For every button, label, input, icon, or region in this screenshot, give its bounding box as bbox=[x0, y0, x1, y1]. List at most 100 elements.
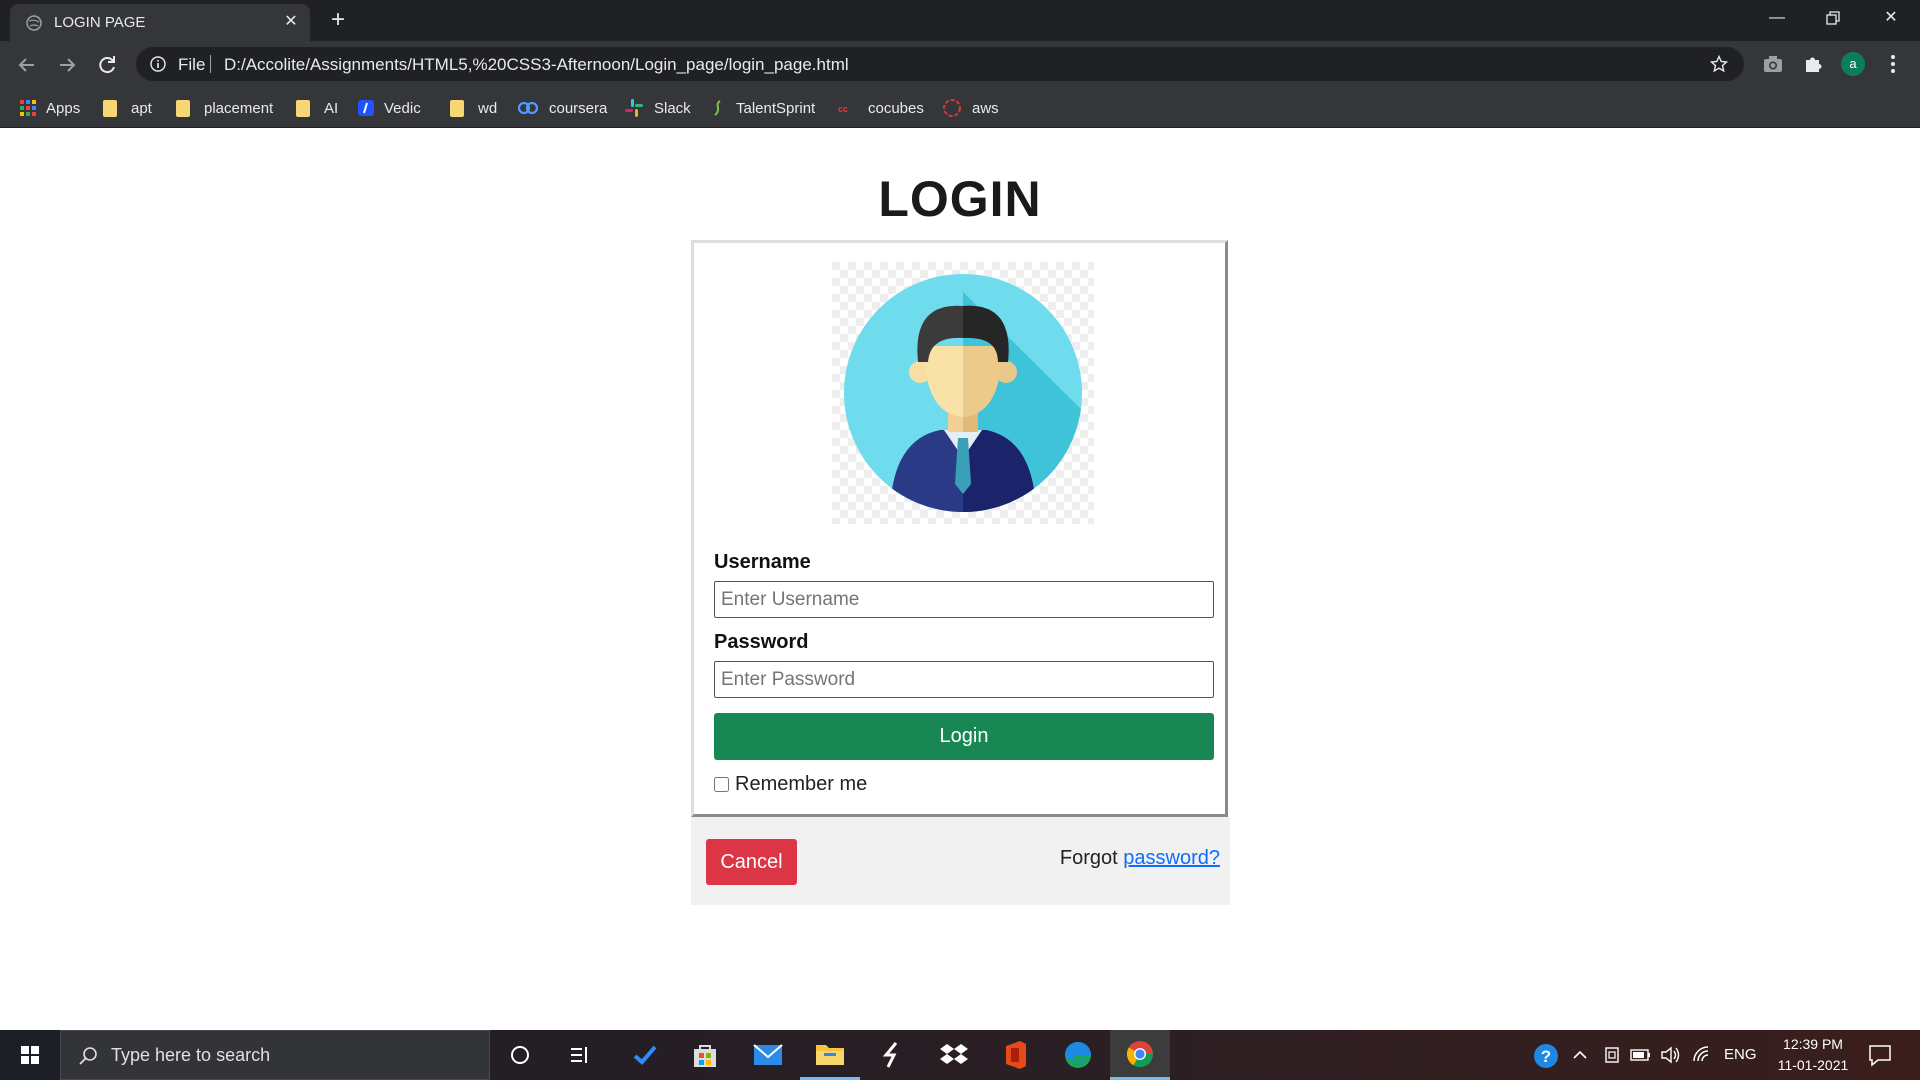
url-separator bbox=[210, 55, 211, 73]
bookmark-label: apt bbox=[131, 99, 152, 117]
folder-icon bbox=[296, 99, 310, 117]
bookmark-vedic[interactable]: Vedic bbox=[358, 96, 421, 120]
folder-icon bbox=[450, 99, 464, 117]
bookmark-label: Slack bbox=[654, 99, 691, 117]
username-input[interactable] bbox=[714, 581, 1214, 618]
bookmark-slack[interactable]: Slack bbox=[624, 96, 691, 120]
bookmark-placement[interactable]: placement bbox=[176, 96, 273, 120]
back-arrow-icon[interactable] bbox=[14, 52, 40, 78]
vedic-icon bbox=[358, 100, 374, 116]
notifications-icon[interactable] bbox=[1867, 1043, 1893, 1067]
edge-icon[interactable] bbox=[1048, 1030, 1108, 1080]
file-explorer-icon[interactable] bbox=[800, 1030, 860, 1080]
bookmark-coursera[interactable]: coursera bbox=[517, 96, 607, 120]
svg-text:?: ? bbox=[1541, 1047, 1551, 1066]
more-menu-icon[interactable] bbox=[1886, 52, 1900, 76]
tab-strip: LOGIN PAGE ✕ + — ✕ bbox=[0, 0, 1920, 41]
chevron-up-icon[interactable] bbox=[1572, 1048, 1588, 1062]
password-input[interactable] bbox=[714, 661, 1214, 698]
url-text[interactable]: D:/Accolite/Assignments/HTML5,%20CSS3-Af… bbox=[224, 55, 849, 75]
remember-me-label: Remember me bbox=[735, 773, 868, 795]
bookmark-label: aws bbox=[972, 99, 999, 117]
profile-avatar[interactable]: a bbox=[1841, 52, 1865, 76]
folder-icon bbox=[103, 99, 117, 117]
browser-toolbar: File D:/Accolite/Assignments/HTML5,%20CS… bbox=[0, 41, 1920, 88]
camera-icon[interactable] bbox=[1762, 53, 1784, 75]
bookmark-label: TalentSprint bbox=[736, 99, 816, 117]
cortana-icon[interactable] bbox=[490, 1030, 550, 1080]
bookmark-label: wd bbox=[478, 99, 498, 117]
taskbar-search-placeholder: Type here to search bbox=[111, 1045, 271, 1065]
clock-time: 12:39 PM bbox=[1783, 1036, 1843, 1052]
aws-icon bbox=[943, 99, 961, 117]
office-icon[interactable] bbox=[986, 1030, 1046, 1080]
tab-title: LOGIN PAGE bbox=[54, 14, 146, 31]
taskbar: Type here to search ? ENG 12:39 PM 11-01… bbox=[0, 1030, 1920, 1080]
apps-grid-icon bbox=[20, 100, 36, 116]
bookmark-apt[interactable]: apt bbox=[103, 96, 152, 120]
bookmark-ai[interactable]: AI bbox=[296, 96, 338, 120]
store-icon[interactable] bbox=[675, 1030, 735, 1080]
bookmark-cocubes[interactable]: cc cocubes bbox=[838, 96, 924, 120]
new-tab-icon[interactable]: + bbox=[326, 8, 350, 32]
forgot-password-row: Forgot password? bbox=[1060, 847, 1220, 870]
bookmark-label: coursera bbox=[549, 99, 608, 117]
language-indicator[interactable]: ENG bbox=[1724, 1046, 1757, 1063]
remember-me-checkbox[interactable] bbox=[714, 777, 729, 792]
talentsprint-icon bbox=[714, 100, 721, 116]
volume-icon[interactable] bbox=[1660, 1045, 1682, 1065]
password-label: Password bbox=[714, 631, 809, 653]
user-avatar-icon bbox=[832, 262, 1094, 524]
address-bar[interactable]: File D:/Accolite/Assignments/HTML5,%20CS… bbox=[136, 47, 1744, 81]
page-title: LOGIN bbox=[878, 171, 1042, 227]
svg-text:cc: cc bbox=[838, 104, 848, 114]
bookmarks-bar: Apps apt placement AI Vedic wd coursera … bbox=[0, 88, 1920, 128]
task-view-icon[interactable] bbox=[550, 1030, 610, 1080]
close-window-icon[interactable]: ✕ bbox=[1876, 6, 1906, 30]
windows-start-icon[interactable] bbox=[0, 1030, 60, 1080]
device-icon[interactable] bbox=[1603, 1045, 1621, 1065]
sublime-icon[interactable] bbox=[862, 1030, 922, 1080]
coursera-icon bbox=[517, 101, 539, 115]
close-tab-icon[interactable]: ✕ bbox=[280, 11, 302, 33]
taskbar-clock[interactable]: 12:39 PM 11-01-2021 bbox=[1760, 1034, 1866, 1076]
url-scheme: File bbox=[178, 55, 206, 74]
help-icon[interactable]: ? bbox=[1533, 1043, 1559, 1069]
chrome-icon[interactable] bbox=[1110, 1030, 1170, 1080]
taskbar-search[interactable]: Type here to search bbox=[60, 1030, 490, 1080]
slack-icon bbox=[625, 99, 643, 117]
browser-tab[interactable]: LOGIN PAGE ✕ bbox=[10, 4, 310, 41]
bookmark-wd[interactable]: wd bbox=[450, 96, 497, 120]
restore-icon[interactable] bbox=[1818, 6, 1848, 30]
bookmark-label: Apps bbox=[46, 99, 81, 117]
globe-icon bbox=[26, 15, 42, 31]
bookmark-label: AI bbox=[324, 99, 339, 117]
folder-icon bbox=[176, 99, 190, 117]
bookmark-label: cocubes bbox=[868, 99, 924, 117]
minimize-icon[interactable]: — bbox=[1762, 6, 1792, 30]
cocubes-icon: cc bbox=[838, 104, 848, 114]
battery-icon[interactable] bbox=[1630, 1047, 1652, 1063]
forgot-text: Forgot bbox=[1059, 847, 1124, 869]
bookmark-apps[interactable]: Apps bbox=[20, 96, 80, 120]
forward-arrow-icon[interactable] bbox=[54, 52, 80, 78]
dropbox-icon[interactable] bbox=[924, 1030, 984, 1080]
mail-icon[interactable] bbox=[738, 1030, 798, 1080]
info-icon[interactable] bbox=[150, 56, 166, 72]
extensions-puzzle-icon[interactable] bbox=[1802, 53, 1824, 75]
reload-icon[interactable] bbox=[94, 52, 120, 78]
cancel-button[interactable]: Cancel bbox=[706, 839, 797, 885]
bookmark-talentsprint[interactable]: TalentSprint bbox=[710, 96, 815, 120]
username-label: Username bbox=[714, 551, 811, 573]
login-card: Username Password Login Remember me bbox=[691, 240, 1228, 817]
bookmark-aws[interactable]: aws bbox=[942, 96, 999, 120]
search-icon bbox=[79, 1047, 97, 1065]
login-footer: Cancel Forgot password? bbox=[691, 817, 1230, 905]
forgot-password-link[interactable]: password? bbox=[1123, 847, 1220, 869]
bookmark-label: placement bbox=[204, 99, 274, 117]
bookmark-label: Vedic bbox=[384, 99, 421, 117]
bookmark-star-icon[interactable] bbox=[1710, 55, 1728, 73]
login-button[interactable]: Login bbox=[714, 713, 1214, 760]
wifi-icon[interactable] bbox=[1692, 1045, 1712, 1065]
todo-icon[interactable] bbox=[615, 1030, 675, 1080]
